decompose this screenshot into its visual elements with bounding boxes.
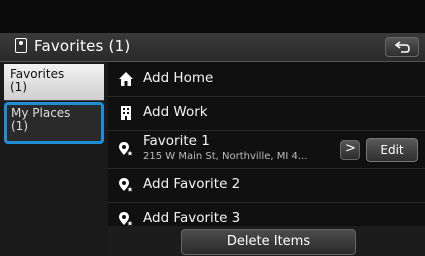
sidebar-item-my-places[interactable]: My Places (1) — [4, 102, 104, 144]
list-item-add-favorite-2[interactable]: Add Favorite 2 — [108, 168, 425, 203]
sidebar: Favorites (1) My Places (1) — [0, 62, 108, 256]
sidebar-item-count: (1) — [10, 80, 27, 94]
delete-items-button[interactable]: Delete Items — [181, 229, 356, 255]
list-item-label: Add Work — [143, 104, 208, 120]
home-icon — [119, 72, 133, 86]
list-item-address: 215 W Main St, Northville, MI 4... — [143, 151, 308, 162]
back-button[interactable] — [385, 37, 419, 57]
header-bar: Favorites (1) — [0, 33, 425, 62]
list-item-favorite-1[interactable]: Favorite 1 215 W Main St, Northville, MI… — [108, 130, 425, 169]
divider — [4, 100, 104, 101]
edit-button[interactable]: Edit — [366, 138, 418, 162]
details-button[interactable]: > — [340, 140, 360, 160]
page-title: Favorites (1) — [34, 37, 131, 55]
favorite-pin-icon — [119, 178, 134, 193]
location-pin-icon — [15, 38, 27, 53]
list-item-add-work[interactable]: Add Work — [108, 96, 425, 131]
favorite-pin-icon — [119, 142, 134, 157]
sidebar-item-count: (1) — [11, 119, 28, 133]
building-icon — [121, 106, 131, 120]
list-item-label: Add Favorite 2 — [143, 176, 241, 192]
list-item-label: Add Home — [143, 70, 214, 86]
sidebar-item-favorites[interactable]: Favorites (1) — [4, 64, 104, 100]
list-item-add-home[interactable]: Add Home — [108, 62, 425, 97]
list-item-label: Favorite 1 — [143, 133, 210, 149]
favorite-pin-icon — [119, 212, 134, 227]
list-item-label: Add Favorite 3 — [143, 210, 241, 226]
bottom-bar: Delete Items — [108, 226, 425, 256]
back-arrow-icon — [395, 41, 410, 53]
chevron-right-icon: > — [345, 141, 356, 156]
navigation-screen: Favorites (1) Favorites (1) My Places (1… — [0, 0, 425, 256]
